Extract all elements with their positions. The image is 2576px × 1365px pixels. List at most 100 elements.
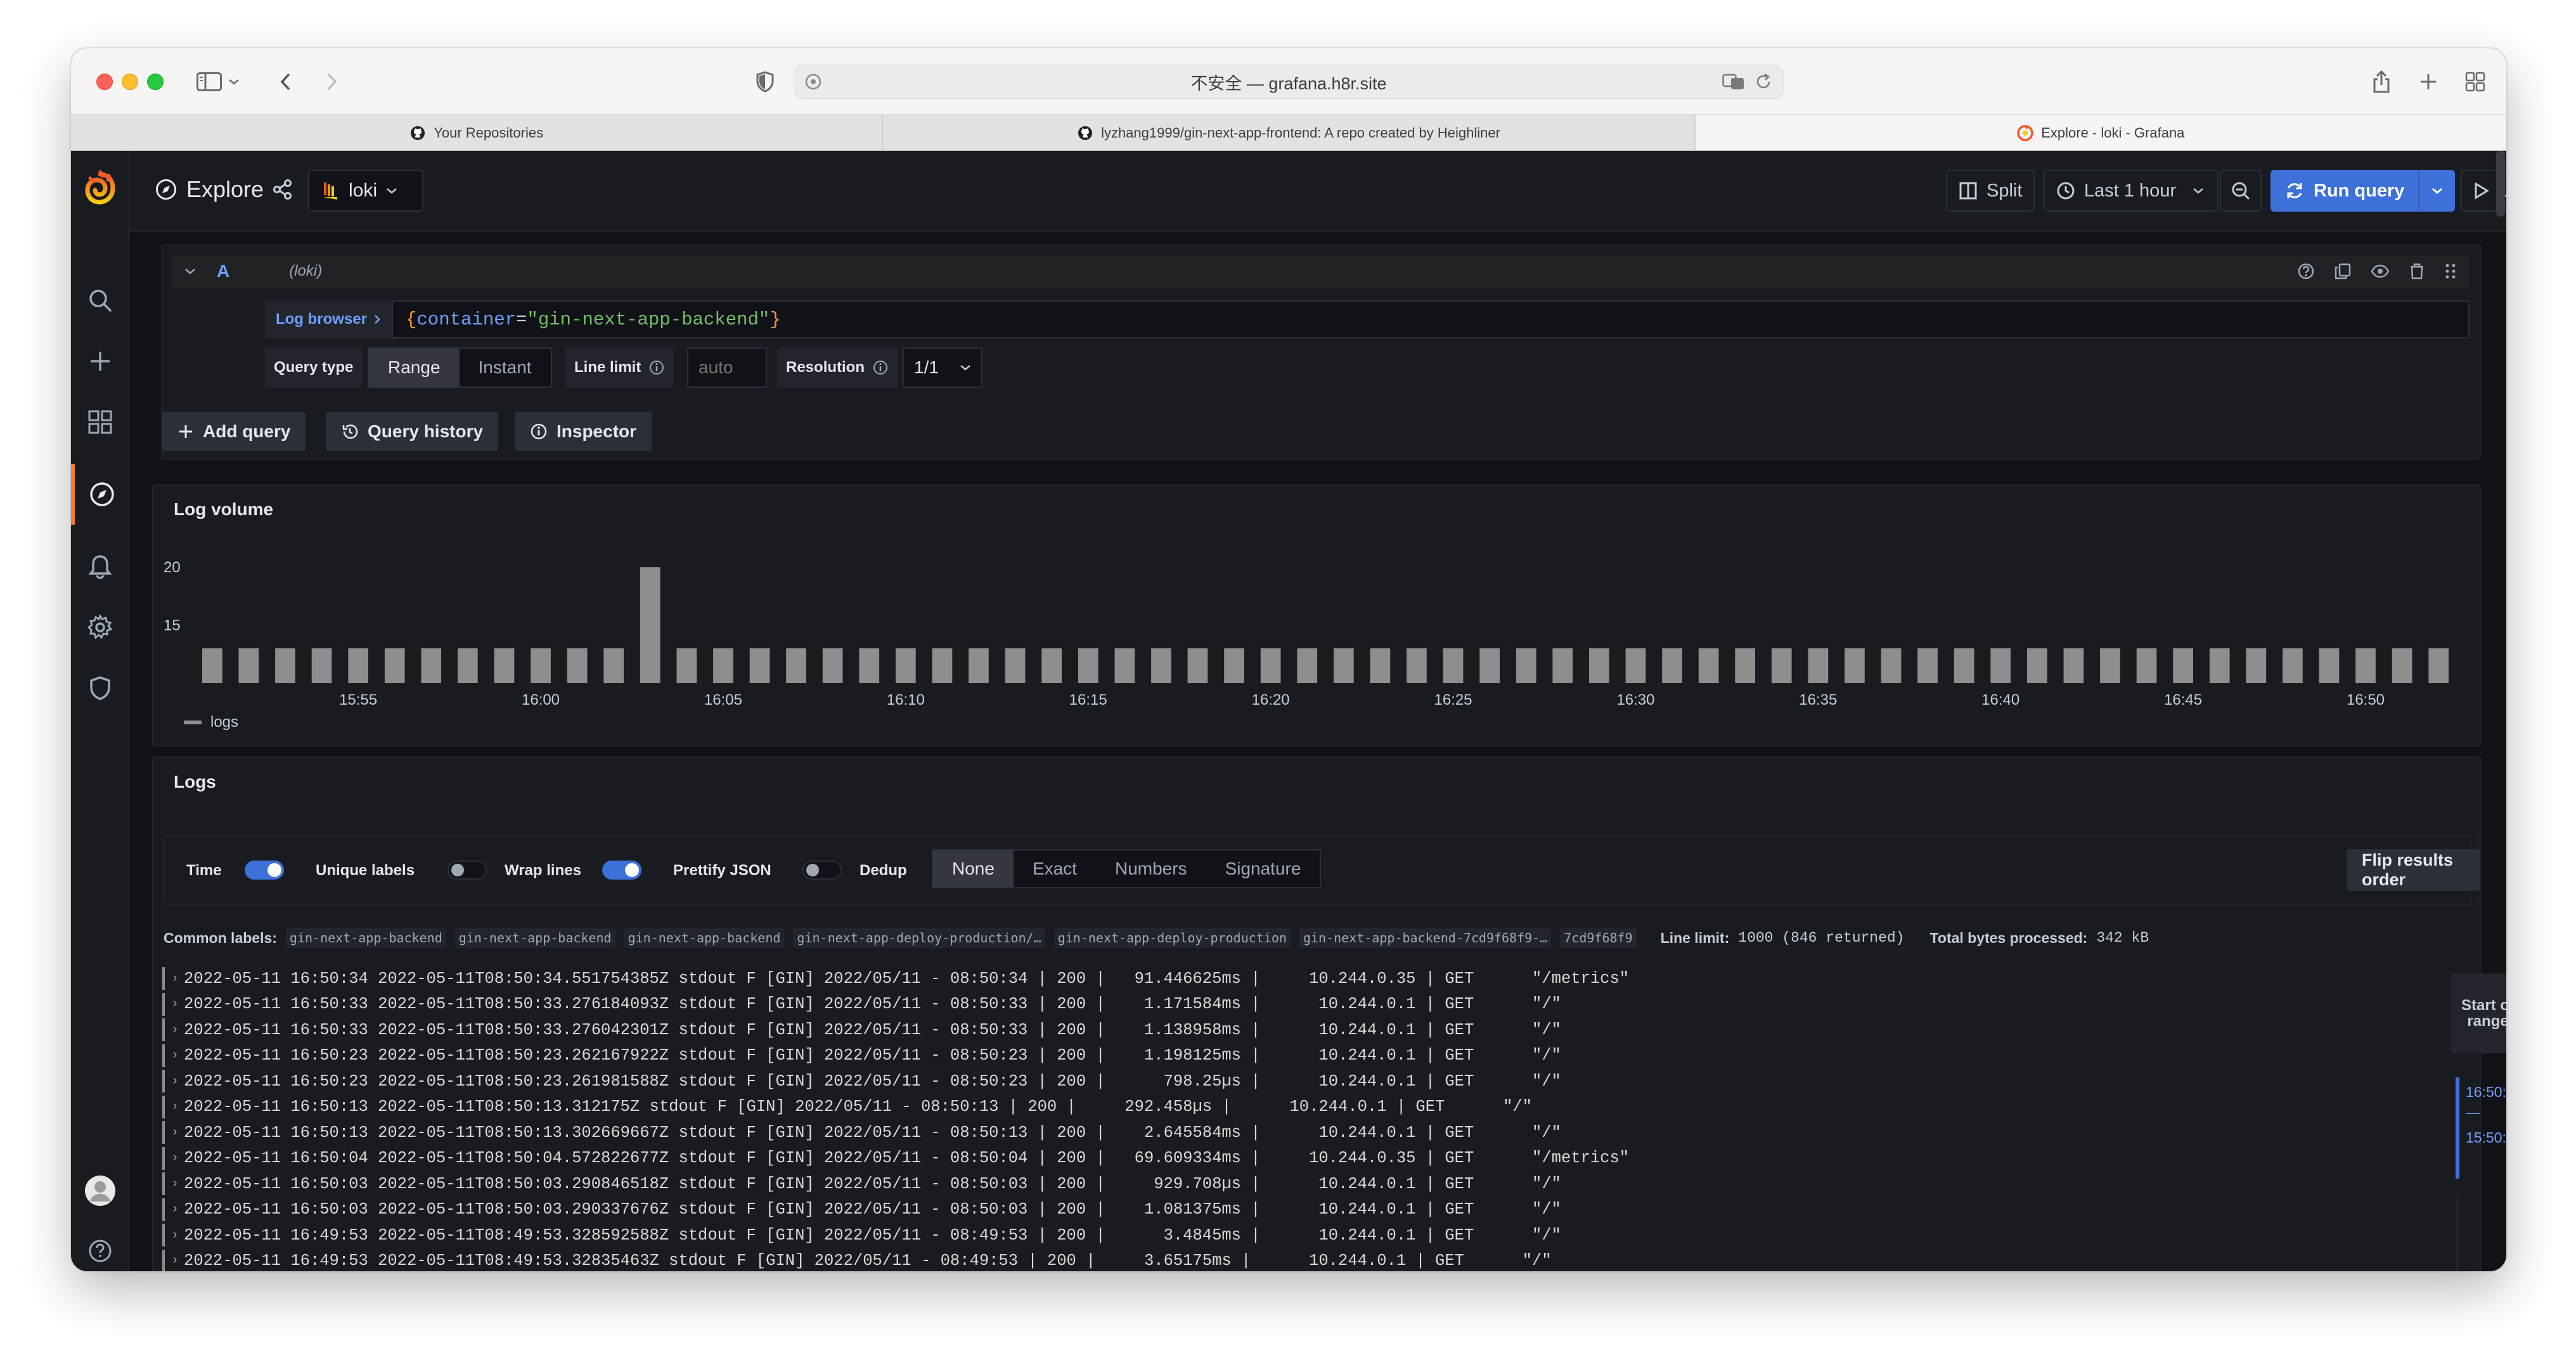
query-type-instant[interactable]: Instant (460, 349, 551, 387)
expand-row-icon[interactable]: › (171, 1151, 179, 1165)
volume-bar[interactable] (2428, 648, 2449, 683)
log-row[interactable]: › 2022-05-11 16:50:23 2022-05-11T08:50:23… (162, 1068, 1561, 1094)
volume-bar[interactable] (1735, 648, 1755, 683)
volume-bar[interactable] (1078, 648, 1098, 683)
volume-bar[interactable] (1589, 648, 1609, 683)
maximize-window-button[interactable] (147, 74, 164, 90)
volume-bar[interactable] (1187, 648, 1208, 683)
inspector-button[interactable]: Inspector (515, 412, 652, 451)
expand-row-icon[interactable]: › (171, 1048, 179, 1063)
volume-bar[interactable] (1516, 648, 1536, 683)
volume-bar[interactable] (1625, 648, 1646, 683)
volume-bar[interactable] (603, 648, 624, 683)
address-bar[interactable]: 不安全 — grafana.h8r.site (794, 65, 1784, 99)
forward-button[interactable] (317, 67, 346, 96)
volume-bar[interactable] (2283, 648, 2303, 683)
volume-bar[interactable] (1771, 648, 1792, 683)
start-of-range-button[interactable]: Start of range (2450, 973, 2506, 1053)
volume-bar[interactable] (1370, 648, 1391, 683)
volume-bar[interactable] (1224, 648, 1244, 683)
volume-bar[interactable] (1334, 648, 1354, 683)
minimize-window-button[interactable] (122, 74, 138, 90)
volume-bar[interactable] (676, 648, 697, 683)
log-row[interactable]: › 2022-05-11 16:50:03 2022-05-11T08:50:03… (162, 1171, 1561, 1196)
time-range-picker[interactable]: Last 1 hour (2044, 170, 2219, 212)
chart-legend[interactable]: logs (184, 714, 238, 731)
volume-bar[interactable] (238, 648, 259, 683)
volume-bar[interactable] (786, 648, 806, 683)
sidebar-create[interactable] (71, 342, 129, 380)
log-row[interactable]: › 2022-05-11 16:50:34 2022-05-11T08:50:34… (162, 966, 1629, 991)
sidebar-server-admin[interactable] (71, 669, 129, 707)
volume-bar[interactable] (640, 567, 660, 683)
volume-bar[interactable] (384, 648, 405, 683)
volume-bar[interactable] (275, 648, 295, 683)
volume-bar[interactable] (2100, 648, 2120, 683)
browser-tab-grafana-explore[interactable]: Explore - loki - Grafana (1695, 115, 2506, 150)
volume-bar[interactable] (1698, 648, 1719, 683)
log-row[interactable]: › 2022-05-11 16:49:53 2022-05-11T08:49:53… (162, 1248, 1552, 1271)
volume-bar[interactable] (2209, 648, 2230, 683)
sidebar-profile[interactable] (71, 1169, 129, 1213)
volume-bar[interactable] (1845, 648, 1865, 683)
browser-tab-frontend-repo[interactable]: lyzhang1999/gin-next-app-frontend: A rep… (883, 115, 1696, 150)
volume-bar[interactable] (1041, 648, 1062, 683)
volume-bar[interactable] (1552, 648, 1573, 683)
drag-handle-icon[interactable] (2444, 262, 2457, 280)
sidebar-search[interactable] (71, 281, 129, 319)
zoom-out-button[interactable] (2220, 170, 2262, 212)
volume-bar[interactable] (1917, 648, 1938, 683)
volume-bar[interactable] (2246, 648, 2267, 683)
query-ref-id[interactable]: A (217, 261, 229, 281)
log-row[interactable]: › 2022-05-11 16:50:03 2022-05-11T08:50:03… (162, 1197, 1561, 1222)
volume-bar[interactable] (458, 648, 478, 683)
expand-row-icon[interactable]: › (171, 1023, 179, 1037)
volume-bar[interactable] (311, 648, 332, 683)
sidebar-help[interactable] (71, 1232, 129, 1270)
site-settings-icon[interactable] (804, 73, 822, 95)
log-row[interactable]: › 2022-05-11 16:50:04 2022-05-11T08:50:04… (162, 1146, 1629, 1171)
expand-row-icon[interactable]: › (171, 1099, 179, 1114)
expand-row-icon[interactable]: › (171, 997, 179, 1011)
eye-icon[interactable] (2371, 262, 2390, 280)
privacy-shield-button[interactable] (750, 67, 780, 96)
volume-bar[interactable] (494, 648, 515, 683)
volume-bar[interactable] (2027, 648, 2047, 683)
expand-row-icon[interactable]: › (171, 1074, 179, 1089)
sidebar-configuration[interactable] (71, 608, 129, 646)
share-icon[interactable] (273, 179, 293, 200)
sidebar-alerting[interactable] (71, 548, 129, 586)
query-expression-input[interactable]: { container = "gin-next-app-backend" } (392, 300, 2470, 338)
volume-bar[interactable] (749, 648, 770, 683)
grafana-home-logo[interactable] (71, 165, 129, 212)
expand-row-icon[interactable]: › (171, 1125, 179, 1140)
reload-icon[interactable] (1754, 72, 1773, 91)
split-button[interactable]: Split (1946, 170, 2035, 212)
trash-icon[interactable] (2409, 262, 2425, 280)
volume-bar[interactable] (531, 648, 551, 683)
chevron-down-icon[interactable] (184, 267, 196, 276)
volume-bar[interactable] (1114, 648, 1135, 683)
datasource-picker[interactable]: loki (308, 170, 423, 212)
run-query-button[interactable]: Run query (2270, 170, 2456, 212)
log-browser-button[interactable]: Log browser (265, 300, 392, 338)
volume-bar[interactable] (1005, 648, 1026, 683)
sidebar-toggle-button[interactable] (193, 67, 243, 96)
close-window-button[interactable] (96, 74, 113, 90)
volume-bar[interactable] (2136, 648, 2157, 683)
log-row[interactable]: › 2022-05-11 16:50:13 2022-05-11T08:50:13… (162, 1094, 1532, 1120)
back-button[interactable] (271, 67, 300, 96)
log-row[interactable]: › 2022-05-11 16:50:33 2022-05-11T08:50:33… (162, 992, 1561, 1017)
volume-bar[interactable] (1990, 648, 2011, 683)
volume-bar[interactable] (713, 648, 733, 683)
volume-bar[interactable] (2319, 648, 2340, 683)
volume-bar[interactable] (1662, 648, 1682, 683)
run-query-options-button[interactable] (2418, 170, 2455, 212)
translate-icon[interactable] (1722, 72, 1745, 91)
volume-bar[interactable] (1151, 648, 1171, 683)
volume-bar[interactable] (2392, 648, 2412, 683)
expand-row-icon[interactable]: › (171, 971, 179, 986)
volume-bar[interactable] (822, 648, 843, 683)
volume-bar[interactable] (859, 648, 880, 683)
range-indicator[interactable] (2456, 1077, 2459, 1179)
